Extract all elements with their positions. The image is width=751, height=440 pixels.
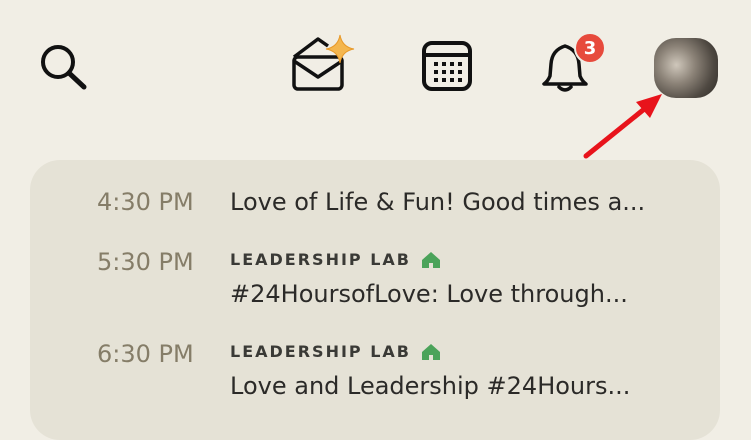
event-title: Love and Leadership #24Hours...	[230, 372, 631, 400]
house-icon	[421, 251, 440, 268]
search-icon[interactable]	[38, 43, 90, 91]
event-title: Love of Life & Fun! Good times a...	[230, 188, 646, 216]
notification-badge: 3	[574, 32, 606, 64]
calendar-icon[interactable]	[421, 40, 473, 92]
event-time: 6:30 PM	[97, 340, 194, 368]
club-label: LEADERSHIP LAB	[230, 342, 441, 361]
club-name: LEADERSHIP LAB	[230, 342, 411, 361]
envelope-sparkle-icon[interactable]	[288, 33, 358, 93]
upcoming-events-card[interactable]: 4:30 PM Love of Life & Fun! Good times a…	[30, 160, 720, 440]
club-label: LEADERSHIP LAB	[230, 250, 441, 269]
event-time: 4:30 PM	[97, 188, 194, 216]
house-icon	[421, 343, 440, 360]
club-name: LEADERSHIP LAB	[230, 250, 411, 269]
red-arrow-annotation	[578, 84, 668, 164]
event-title: #24HoursofLove: Love through...	[230, 280, 628, 308]
event-time: 5:30 PM	[97, 248, 194, 276]
